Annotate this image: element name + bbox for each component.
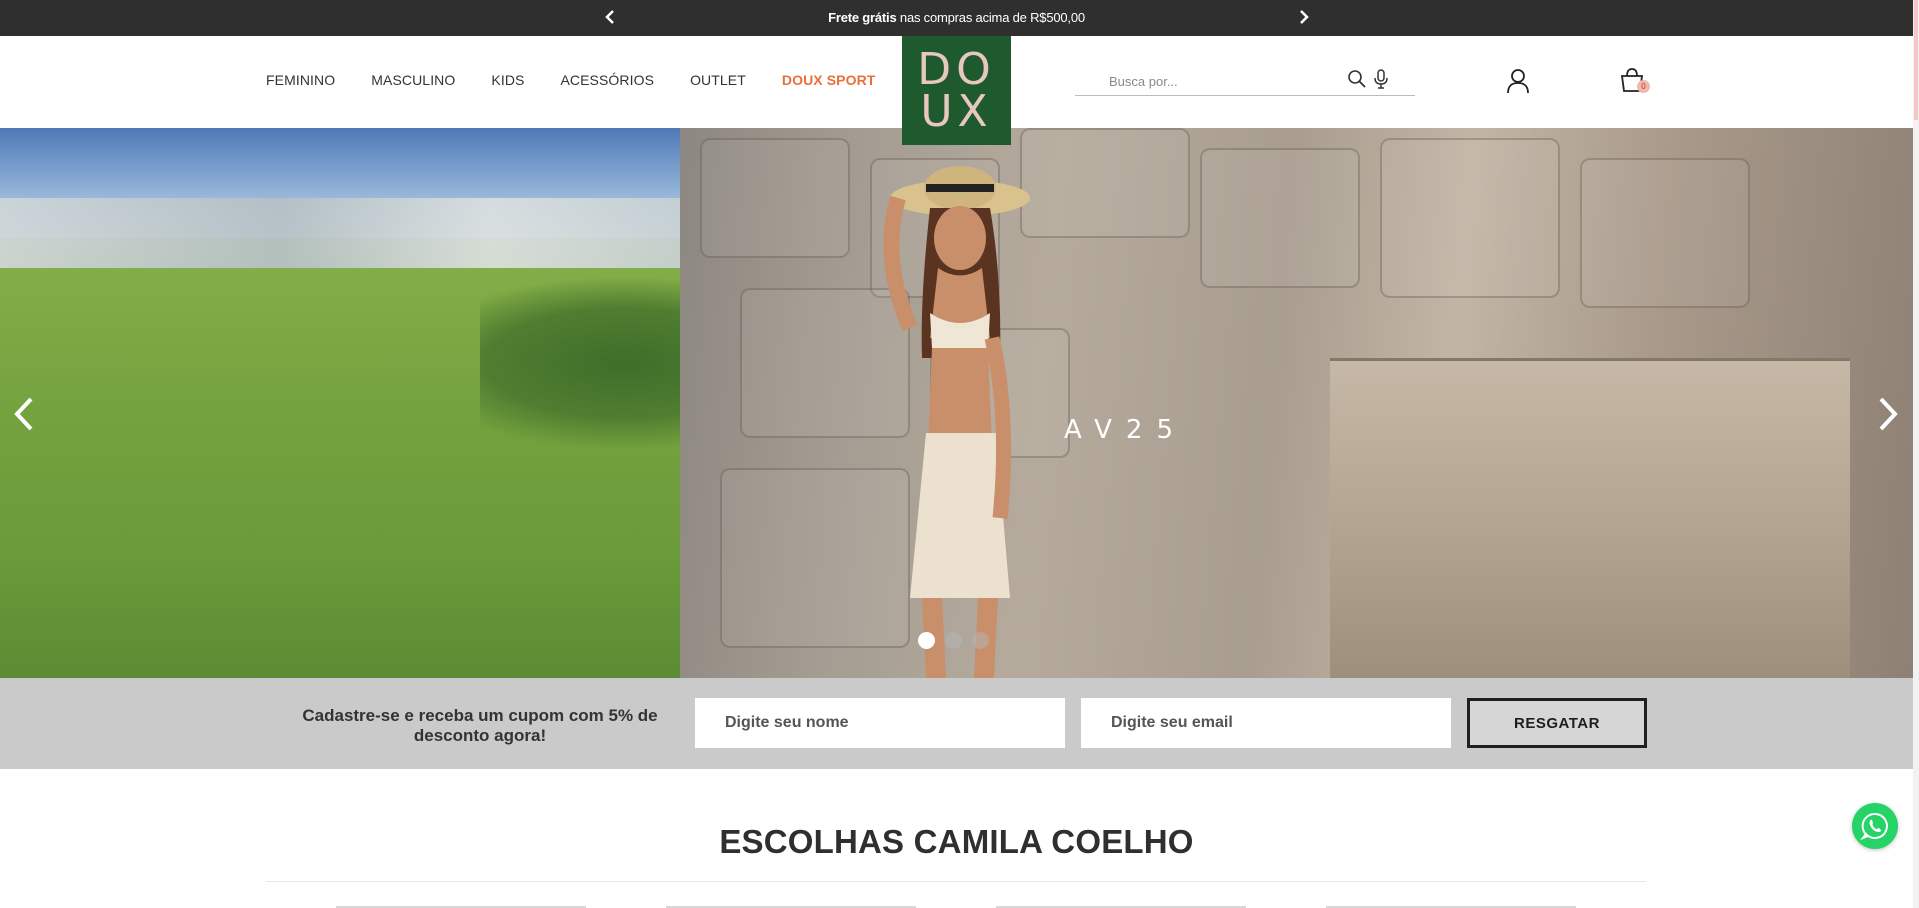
announcement-rest: nas compras acima de R$500,00 (896, 10, 1085, 25)
cart-button[interactable]: 0 (1618, 66, 1650, 99)
search-bar (1075, 66, 1415, 96)
doux-logo[interactable]: DO UX (902, 36, 1011, 145)
hero-banner[interactable]: AV25 (0, 128, 1913, 678)
chevron-right-icon (1879, 397, 1898, 431)
chevron-right-icon (1300, 10, 1309, 24)
nav-masculino[interactable]: MASCULINO (371, 72, 455, 88)
section-divider (266, 881, 1646, 882)
search-icon[interactable] (1347, 69, 1367, 94)
hero-pagination (918, 632, 989, 649)
whatsapp-button[interactable] (1852, 803, 1898, 849)
signup-text: Cadastre-se e receba um cupom com 5% de … (302, 706, 658, 745)
chevron-left-icon (14, 397, 33, 431)
resgatar-button[interactable]: RESGATAR (1467, 698, 1647, 748)
search-input[interactable] (1109, 70, 1339, 92)
hero-next-button[interactable] (1868, 384, 1908, 444)
site-header: FEMININO MASCULINO KIDS ACESSÓRIOS OUTLE… (0, 36, 1913, 145)
hero-stairs (1330, 358, 1850, 678)
main-nav: FEMININO MASCULINO KIDS ACESSÓRIOS OUTLE… (266, 72, 911, 88)
cart-count-badge: 0 (1637, 80, 1650, 93)
section-title: ESCOLHAS CAMILA COELHO (719, 823, 1194, 860)
announcement-text: Frete grátis nas compras acima de R$500,… (0, 10, 1913, 25)
hero-dot-2[interactable] (945, 632, 962, 649)
hero-overlay-text: AV25 (1064, 415, 1187, 445)
announcement-next-button[interactable] (1292, 5, 1316, 29)
nav-doux-sport[interactable]: DOUX SPORT (782, 72, 876, 88)
email-field[interactable] (1081, 698, 1451, 748)
logo-line-1: DO (917, 43, 996, 95)
nav-feminino[interactable]: FEMININO (266, 72, 335, 88)
hero-dot-1[interactable] (918, 632, 935, 649)
microphone-icon[interactable] (1373, 69, 1389, 94)
account-icon[interactable] (1506, 68, 1530, 99)
announcement-bold: Frete grátis (828, 10, 897, 25)
hero-buildings (0, 198, 700, 268)
scrollbar-thumb[interactable] (1914, 0, 1918, 120)
logo-line-2: UX (920, 85, 993, 137)
scrollbar-track[interactable] (1913, 0, 1919, 908)
nav-outlet[interactable]: OUTLET (690, 72, 746, 88)
nav-kids[interactable]: KIDS (491, 72, 524, 88)
announcement-bar: Frete grátis nas compras acima de R$500,… (0, 0, 1913, 36)
name-field[interactable] (695, 698, 1065, 748)
hero-dot-3[interactable] (972, 632, 989, 649)
newsletter-signup: Cadastre-se e receba um cupom com 5% de … (0, 678, 1913, 769)
hero-prev-button[interactable] (4, 384, 44, 444)
whatsapp-icon (1860, 812, 1888, 841)
nav-acessorios[interactable]: ACESSÓRIOS (560, 72, 654, 88)
